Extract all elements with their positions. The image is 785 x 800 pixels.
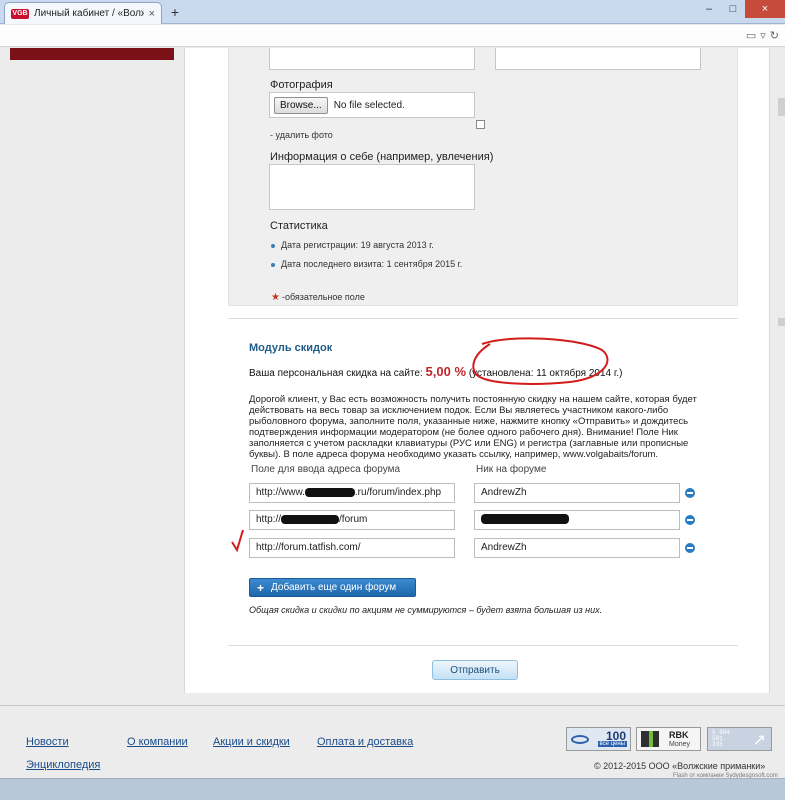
tab-title: Личный кабинет / «Волж... bbox=[34, 8, 144, 19]
forum-nick-input[interactable]: AndrewZh bbox=[474, 483, 680, 503]
dropdown-arrow-icon[interactable]: ▿ bbox=[760, 29, 766, 42]
plus-icon: + bbox=[257, 580, 265, 595]
remove-forum-icon[interactable] bbox=[685, 488, 695, 498]
sidebar-header-bar bbox=[10, 48, 174, 60]
forum-url-header: Поле для ввода адреса форума bbox=[251, 464, 401, 475]
badge-100-prices[interactable]: 100 все цены bbox=[566, 727, 631, 751]
forum-nick-input[interactable] bbox=[474, 510, 680, 530]
footer-link-promotions[interactable]: Акции и скидки bbox=[213, 736, 290, 748]
forum-url-input[interactable]: http://forum.tatfish.com/ bbox=[249, 538, 455, 558]
minimize-icon[interactable]: – bbox=[697, 0, 721, 18]
maximize-icon[interactable]: □ bbox=[721, 0, 745, 18]
section-divider bbox=[228, 645, 738, 646]
reload-icon[interactable]: ↻ bbox=[770, 29, 779, 42]
nick-header: Ник на форуме bbox=[476, 464, 547, 475]
about-textarea[interactable] bbox=[269, 164, 475, 210]
arrow-up-right-icon: ↗ bbox=[752, 732, 766, 749]
remove-forum-icon[interactable] bbox=[685, 515, 695, 525]
profile-input-left[interactable] bbox=[269, 48, 475, 70]
browser-toolbar: ▭ ▿ ↻ bbox=[0, 25, 785, 47]
discount-value: 5,00 % bbox=[425, 364, 467, 379]
required-star-icon: ★ bbox=[271, 292, 280, 303]
window-controls: – □ × bbox=[697, 0, 785, 18]
add-forum-button[interactable]: + Добавить еще один форум bbox=[249, 578, 416, 597]
right-edge-tab bbox=[778, 318, 785, 326]
web-page: Фотография Browse... No file selected. -… bbox=[0, 48, 785, 800]
footer-link-company[interactable]: О компании bbox=[127, 736, 188, 748]
footer-link-news[interactable]: Новости bbox=[26, 736, 69, 748]
redacted-text bbox=[281, 514, 340, 524]
badge-rbk-money[interactable]: RBK Money bbox=[636, 727, 701, 751]
submit-button[interactable]: Отправить bbox=[432, 660, 518, 680]
badge-counter[interactable]: 5 684 581 335 ↗ bbox=[707, 727, 772, 751]
stat-registration: Дата регистрации: 19 августа 2013 г. bbox=[271, 240, 434, 250]
right-edge-tab bbox=[778, 98, 785, 116]
copyright: © 2012-2015 ООО «Волжские приманки» bbox=[594, 761, 766, 771]
photo-label: Фотография bbox=[270, 79, 333, 91]
discount-description: Дорогой клиент, у Вас есть возможность п… bbox=[249, 394, 697, 460]
delete-photo-label: - удалить фото bbox=[270, 130, 333, 140]
discount-note: Общая скидка и скидки по акциям не сумми… bbox=[249, 605, 603, 615]
toolbar-icons: ▭ ▿ ↻ bbox=[746, 29, 779, 42]
browser-tab[interactable]: VGB Личный кабинет / «Волж... × bbox=[4, 2, 162, 24]
delete-photo-checkbox[interactable] bbox=[476, 120, 485, 129]
browser-tab-bar: VGB Личный кабинет / «Волж... × + – □ × bbox=[0, 0, 785, 24]
footer-link-encyclopedia[interactable]: Энциклопедия bbox=[26, 759, 100, 771]
browse-button[interactable]: Browse... bbox=[274, 96, 328, 114]
stats-title: Статистика bbox=[270, 220, 328, 232]
discount-module-title: Модуль скидок bbox=[249, 342, 333, 354]
red-check-annotation bbox=[231, 529, 244, 553]
bullet-icon bbox=[271, 243, 275, 248]
reader-view-icon[interactable]: ▭ bbox=[746, 29, 756, 42]
forum-url-input[interactable]: http://www. .ru/forum/index.php bbox=[249, 483, 455, 503]
redacted-text bbox=[481, 514, 569, 525]
file-status-text: No file selected. bbox=[333, 99, 405, 111]
bullet-icon bbox=[271, 262, 275, 267]
forum-nick-input[interactable]: AndrewZh bbox=[474, 538, 680, 558]
about-label: Информация о себе (например, увлечения) bbox=[270, 151, 494, 163]
red-circle-annotation bbox=[472, 337, 609, 385]
profile-input-right[interactable] bbox=[495, 48, 701, 70]
photo-file-input[interactable]: Browse... No file selected. bbox=[269, 92, 475, 118]
window-close-icon[interactable]: × bbox=[745, 0, 785, 18]
section-divider bbox=[228, 318, 738, 319]
tab-close-icon[interactable]: × bbox=[149, 8, 155, 20]
site-favicon-icon: VGB bbox=[11, 8, 29, 19]
taskbar bbox=[0, 778, 785, 800]
stat-last-visit: Дата последнего визита: 1 сентября 2015 … bbox=[271, 259, 462, 269]
remove-forum-icon[interactable] bbox=[685, 543, 695, 553]
eye-icon bbox=[571, 735, 589, 744]
new-tab-icon[interactable]: + bbox=[167, 4, 183, 20]
footer-link-delivery[interactable]: Оплата и доставка bbox=[317, 736, 413, 748]
footer-divider bbox=[0, 705, 785, 706]
redacted-text bbox=[304, 487, 355, 497]
forum-url-input[interactable]: http:///forum bbox=[249, 510, 455, 530]
required-note: ★ -обязательное поле bbox=[271, 292, 365, 303]
rbk-logo-icon bbox=[641, 731, 659, 747]
